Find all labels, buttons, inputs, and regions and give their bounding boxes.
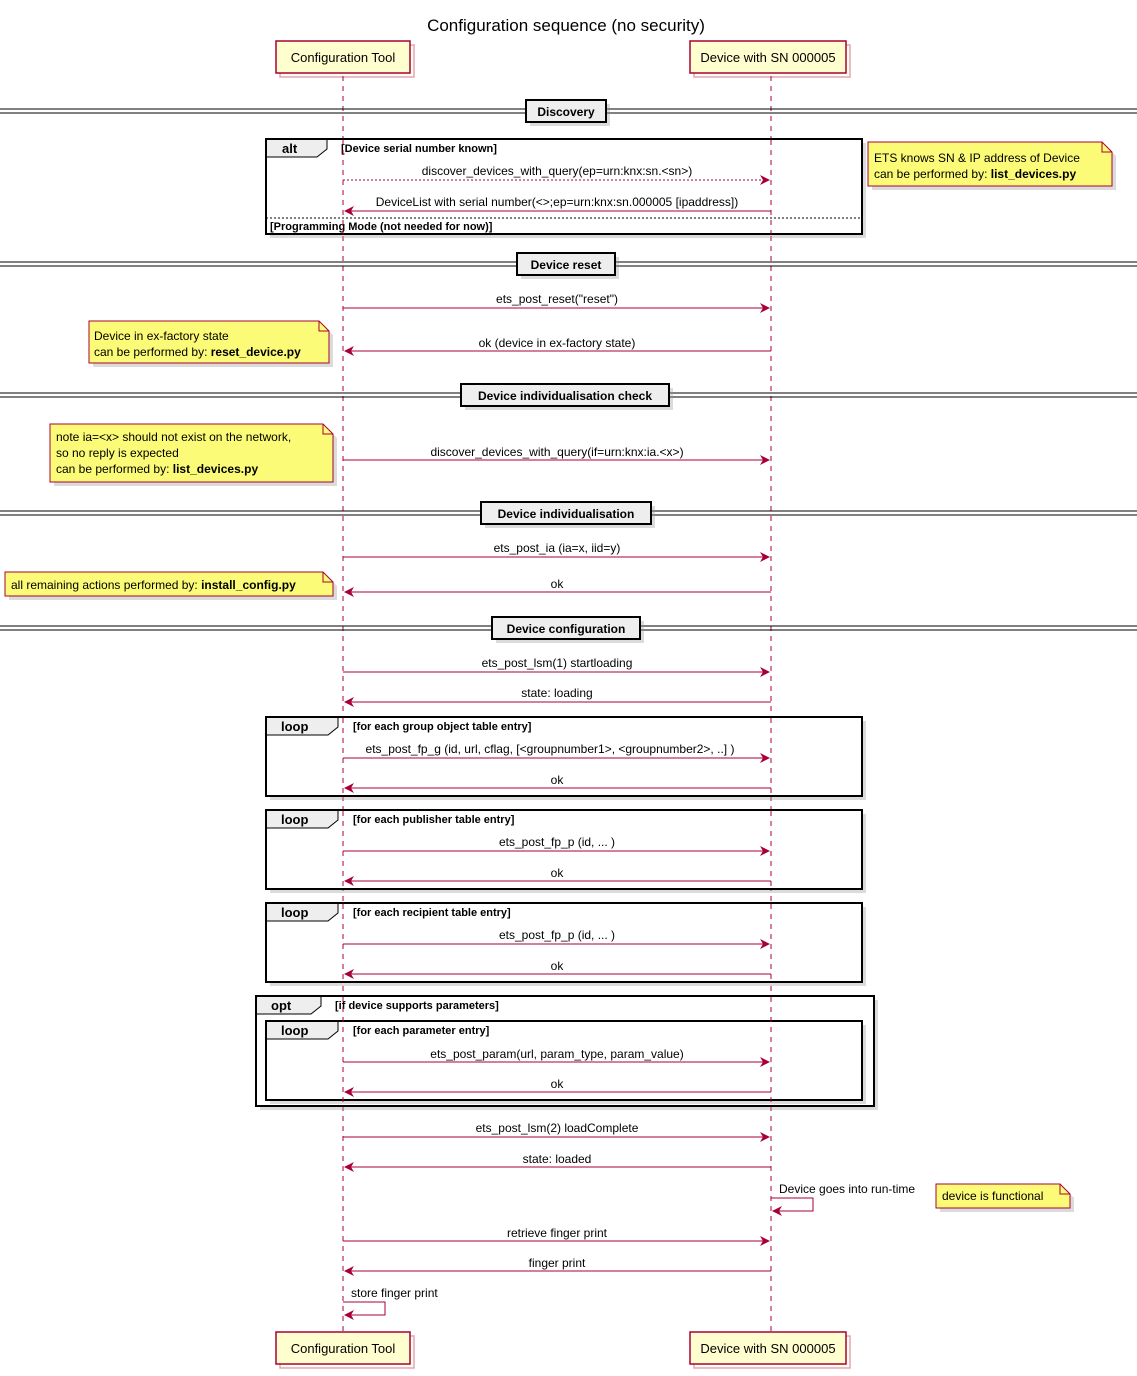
svg-text:Device goes into run-time: Device goes into run-time — [779, 1182, 915, 1196]
svg-text:Device with SN 000005: Device with SN 000005 — [700, 1341, 835, 1356]
svg-text:[Programming Mode (not needed: [Programming Mode (not needed for now)] — [270, 221, 493, 233]
svg-text:ok: ok — [551, 773, 565, 787]
divider-device-reset: Device reset — [0, 252, 1137, 279]
svg-text:ets_post_fp_p (id, ... ): ets_post_fp_p (id, ... ) — [499, 928, 615, 942]
message-post-ia[interactable]: ets_post_ia (ia=x, iid=y) — [343, 541, 770, 562]
svg-text:loop: loop — [281, 905, 308, 920]
message-post-fp-g[interactable]: ets_post_fp_g (id, url, cflag, [<groupnu… — [343, 742, 770, 763]
svg-text:state: loaded: state: loaded — [523, 1152, 592, 1166]
svg-text:ets_post_fp_p (id, ... ): ets_post_fp_p (id, ... ) — [499, 835, 615, 849]
svg-text:[Device serial number known]: [Device serial number known] — [341, 143, 497, 155]
divider-individualisation: Device individualisation — [0, 501, 1137, 528]
svg-text:ok: ok — [551, 1077, 565, 1091]
message-post-ia-ok[interactable]: ok — [344, 577, 771, 597]
svg-text:ok (device in ex-factory state: ok (device in ex-factory state) — [479, 336, 636, 350]
svg-text:loop: loop — [281, 1023, 308, 1038]
svg-text:alt: alt — [282, 141, 298, 156]
svg-text:can be performed by: list_devi: can be performed by: list_devices.py — [56, 462, 258, 476]
svg-text:Configuration Tool: Configuration Tool — [291, 50, 396, 65]
svg-text:opt: opt — [271, 998, 292, 1013]
note-install-config: all remaining actions performed by: inst… — [4, 571, 337, 600]
svg-text:[for each parameter entry]: [for each parameter entry] — [353, 1025, 490, 1037]
svg-text:[for each publisher table entr: [for each publisher table entry] — [353, 814, 515, 826]
svg-text:loop: loop — [281, 719, 308, 734]
svg-text:ETS knows SN & IP address of D: ETS knows SN & IP address of Device — [874, 151, 1080, 165]
svg-text:device is functional: device is functional — [942, 1189, 1043, 1203]
divider-discovery: Discovery — [0, 99, 1137, 126]
svg-text:DeviceList with serial number(: DeviceList with serial number(<>;ep=urn:… — [376, 195, 739, 209]
message-state-loaded[interactable]: state: loaded — [344, 1152, 771, 1172]
divider-device-configuration: Device configuration — [0, 616, 1137, 643]
message-state-loading[interactable]: state: loading — [344, 686, 771, 707]
note-factory-state: Device in ex-factory state can be perfor… — [88, 320, 333, 367]
participant-configuration-tool-top[interactable]: Configuration Tool — [275, 40, 415, 78]
svg-text:ok: ok — [551, 959, 565, 973]
svg-text:Device individualisation check: Device individualisation check — [478, 389, 652, 403]
message-self-runtime[interactable]: Device goes into run-time — [771, 1182, 915, 1216]
svg-text:can be performed by: reset_dev: can be performed by: reset_device.py — [94, 345, 301, 359]
svg-text:[for each group object table e: [for each group object table entry] — [353, 721, 532, 733]
svg-text:Configuration Tool: Configuration Tool — [291, 1341, 396, 1356]
message-retrieve-fingerprint[interactable]: retrieve finger print — [343, 1226, 770, 1246]
message-fingerprint[interactable]: finger print — [344, 1256, 771, 1276]
participant-device-bottom[interactable]: Device with SN 000005 — [689, 1331, 851, 1369]
svg-text:state: loading: state: loading — [521, 686, 592, 700]
svg-text:note ia=<x> should not exist o: note ia=<x> should not exist on the netw… — [56, 430, 291, 444]
participant-configuration-tool-bottom[interactable]: Configuration Tool — [275, 1331, 415, 1369]
svg-text:[for each recipient table entr: [for each recipient table entry] — [353, 907, 511, 919]
svg-text:ok: ok — [551, 866, 565, 880]
svg-text:ets_post_param(url, param_type: ets_post_param(url, param_type, param_va… — [430, 1047, 683, 1061]
divider-individualisation-check: Device individualisation check — [0, 383, 1137, 410]
svg-text:discover_devices_with_query(if: discover_devices_with_query(if=urn:knx:i… — [430, 445, 683, 459]
message-lsm-startloading[interactable]: ets_post_lsm(1) startloading — [343, 656, 770, 677]
svg-text:ets_post_reset("reset"): ets_post_reset("reset") — [496, 292, 618, 306]
sequence-diagram: Configuration sequence (no security) Con… — [0, 16, 1137, 1369]
note-ets-knows: ETS knows SN & IP address of Device can … — [867, 141, 1116, 190]
message-reset[interactable]: ets_post_reset("reset") — [343, 292, 770, 313]
message-self-store-fingerprint[interactable]: store finger print — [343, 1286, 438, 1320]
svg-text:[if device supports parameters: [if device supports parameters] — [335, 1000, 499, 1012]
svg-text:ets_post_ia (ia=x, iid=y): ets_post_ia (ia=x, iid=y) — [494, 541, 621, 555]
svg-text:Device reset: Device reset — [531, 258, 602, 272]
svg-text:Device configuration: Device configuration — [507, 622, 626, 636]
fragment-alt: alt [Device serial number known] [Progra… — [265, 138, 866, 238]
svg-text:store finger print: store finger print — [351, 1286, 438, 1300]
note-ia-check: note ia=<x> should not exist on the netw… — [49, 423, 337, 486]
diagram-title: Configuration sequence (no security) — [427, 16, 705, 35]
message-devicelist[interactable]: DeviceList with serial number(<>;ep=urn:… — [344, 195, 771, 216]
svg-text:all remaining actions performe: all remaining actions performed by: inst… — [11, 578, 296, 592]
svg-text:discover_devices_with_query(ep: discover_devices_with_query(ep=urn:knx:s… — [422, 164, 692, 178]
svg-text:Device individualisation: Device individualisation — [498, 507, 635, 521]
svg-text:retrieve finger print: retrieve finger print — [507, 1226, 608, 1240]
svg-text:ets_post_fp_g (id, url, cflag,: ets_post_fp_g (id, url, cflag, [<groupnu… — [366, 742, 735, 756]
svg-text:Device in ex-factory state: Device in ex-factory state — [94, 329, 229, 343]
participant-device-top[interactable]: Device with SN 000005 — [689, 40, 851, 78]
svg-text:can be performed by: list_devi: can be performed by: list_devices.py — [874, 167, 1076, 181]
svg-text:Discovery: Discovery — [537, 105, 595, 119]
message-discover-by-ia[interactable]: discover_devices_with_query(if=urn:knx:i… — [343, 445, 770, 465]
svg-text:loop: loop — [281, 812, 308, 827]
svg-text:ets_post_lsm(1) startloading: ets_post_lsm(1) startloading — [482, 656, 633, 670]
svg-text:ok: ok — [551, 577, 565, 591]
svg-text:finger print: finger print — [529, 1256, 586, 1270]
note-device-functional: device is functional — [935, 1183, 1074, 1212]
svg-text:so no reply is expected: so no reply is expected — [56, 446, 179, 460]
svg-text:ets_post_lsm(2) loadComplete: ets_post_lsm(2) loadComplete — [476, 1121, 639, 1135]
message-reset-ok[interactable]: ok (device in ex-factory state) — [344, 336, 771, 356]
message-lsm-loadcomplete[interactable]: ets_post_lsm(2) loadComplete — [343, 1121, 770, 1142]
svg-text:Device with SN 000005: Device with SN 000005 — [700, 50, 835, 65]
